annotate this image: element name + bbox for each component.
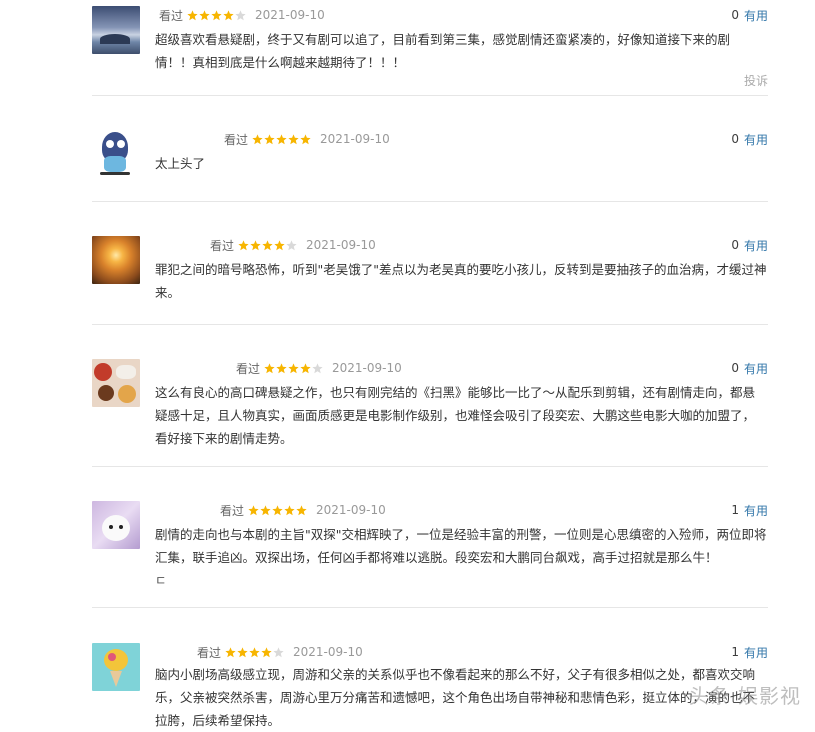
review-text: 罪犯之间的暗号略恐怖，听到"老吴饿了"差点以为老吴真的要吃小孩儿，反转到是要抽孩… (155, 262, 767, 300)
useful-button[interactable]: 有用 (744, 7, 768, 24)
star-filled-icon (264, 362, 275, 373)
star-filled-icon (238, 239, 249, 250)
useful-count: 1 (731, 503, 739, 517)
review-text: 这么有良心的高口碑悬疑之作，也只有刚完结的《扫黑》能够比一比了～从配乐到剪辑，还… (155, 385, 756, 446)
watermark: 头条 娱影视 (688, 684, 801, 708)
avatar[interactable] (92, 236, 140, 284)
useful-vote[interactable]: 0 有用 (731, 6, 768, 24)
star-rating (187, 9, 247, 21)
useful-vote[interactable]: 0 有用 (731, 236, 768, 254)
star-filled-icon (296, 504, 307, 515)
useful-button[interactable]: 有用 (744, 360, 768, 377)
avatar[interactable] (92, 130, 140, 178)
review-meta: 看过 2021-09-10 (224, 130, 390, 148)
star-filled-icon (250, 239, 261, 250)
review-item: 看过 2021-09-10 0 有用 太上头了 (92, 130, 768, 190)
divider (92, 95, 768, 96)
star-rating (264, 362, 324, 374)
star-rating (248, 504, 308, 516)
review-item: 看过 2021-09-10 1 有用 脑内小剧场高级感立现，周游和父亲的关系似乎… (92, 643, 768, 728)
star-filled-icon (276, 362, 287, 373)
avatar[interactable] (92, 359, 140, 407)
star-filled-icon (288, 133, 299, 144)
useful-button[interactable]: 有用 (744, 502, 768, 519)
review-date: 2021-09-10 (306, 238, 376, 252)
useful-button[interactable]: 有用 (744, 131, 768, 148)
review-date: 2021-09-10 (320, 132, 390, 146)
useful-count: 0 (731, 238, 739, 252)
review-extra-text: ㄷ (155, 573, 167, 588)
divider (92, 466, 768, 467)
watched-label: 看过 (220, 503, 245, 518)
useful-count: 0 (731, 361, 739, 375)
review-date: 2021-09-10 (255, 8, 325, 22)
star-filled-icon (300, 133, 311, 144)
star-filled-icon (223, 9, 234, 20)
star-filled-icon (264, 133, 275, 144)
star-rating (238, 239, 298, 251)
star-filled-icon (260, 504, 271, 515)
useful-vote[interactable]: 0 有用 (731, 130, 768, 148)
review-meta: 看过 2021-09-10 (220, 501, 386, 519)
review-item: 看过 2021-09-10 0 有用 超级喜欢看悬疑剧，终于又有剧可以追了，目前… (92, 6, 768, 92)
useful-vote[interactable]: 1 有用 (731, 501, 768, 519)
star-filled-icon (199, 9, 210, 20)
star-filled-icon (284, 504, 295, 515)
star-filled-icon (274, 239, 285, 250)
star-rating (252, 133, 312, 145)
star-filled-icon (252, 133, 263, 144)
star-empty-icon (286, 239, 297, 250)
divider (92, 324, 768, 325)
review-date: 2021-09-10 (332, 361, 402, 375)
star-empty-icon (235, 9, 246, 20)
star-filled-icon (262, 239, 273, 250)
star-filled-icon (187, 9, 198, 20)
avatar[interactable] (92, 6, 140, 54)
review-text: 超级喜欢看悬疑剧，终于又有剧可以追了，目前看到第三集，感觉剧情还蛮紧凑的，好像知… (155, 32, 731, 70)
avatar[interactable] (92, 643, 140, 691)
watched-label: 看过 (236, 361, 261, 376)
review-text: 太上头了 (155, 156, 206, 171)
star-filled-icon (272, 504, 283, 515)
watched-label: 看过 (224, 132, 249, 147)
review-item: 看过 2021-09-10 1 有用 剧情的走向也与本剧的主旨"双探"交相辉映了… (92, 501, 768, 591)
useful-button[interactable]: 有用 (744, 237, 768, 254)
star-filled-icon (288, 362, 299, 373)
divider (92, 607, 768, 608)
star-filled-icon (300, 362, 311, 373)
review-meta: 看过 2021-09-10 (155, 6, 325, 24)
review-item: 看过 2021-09-10 0 有用 罪犯之间的暗号略恐怖，听到"老吴饿了"差点… (92, 236, 768, 306)
review-meta: 看过 2021-09-10 (210, 236, 376, 254)
review-meta: 看过 2021-09-10 (236, 359, 402, 377)
divider (92, 201, 768, 202)
review-text: 脑内小剧场高级感立现，周游和父亲的关系似乎也不像看起来的那么不好，父子有很多相似… (155, 667, 756, 728)
review-text: 剧情的走向也与本剧的主旨"双探"交相辉映了，一位是经验丰富的刑警，一位则是心思缜… (155, 527, 767, 565)
watched-label: 看过 (159, 8, 184, 23)
useful-count: 0 (731, 8, 739, 22)
star-filled-icon (276, 133, 287, 144)
avatar[interactable] (92, 501, 140, 549)
useful-vote[interactable]: 0 有用 (731, 359, 768, 377)
review-item: 看过 2021-09-10 0 有用 这么有良心的高口碑悬疑之作，也只有刚完结的… (92, 359, 768, 449)
review-date: 2021-09-10 (316, 503, 386, 517)
useful-count: 0 (731, 132, 739, 146)
watched-label: 看过 (210, 238, 235, 253)
star-filled-icon (248, 504, 259, 515)
star-filled-icon (211, 9, 222, 20)
star-empty-icon (312, 362, 323, 373)
report-link[interactable]: 投诉 (744, 72, 768, 89)
